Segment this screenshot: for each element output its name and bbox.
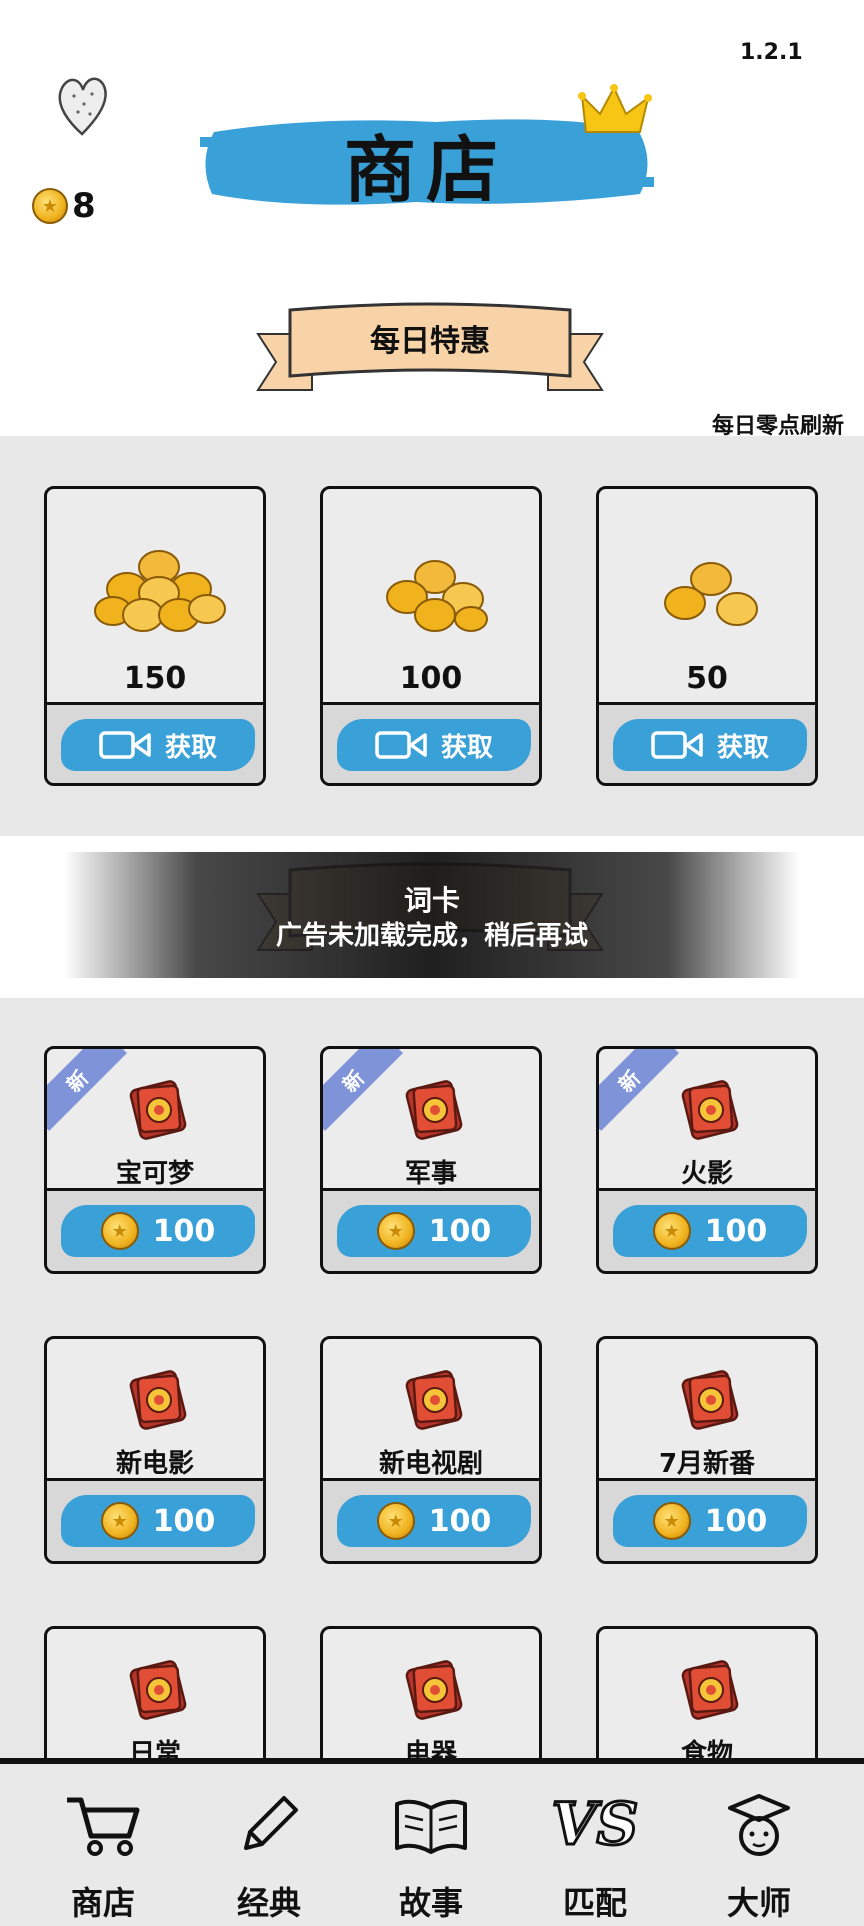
price-area: 100 <box>47 1478 263 1561</box>
deck-name: 宝可梦 <box>115 1159 194 1189</box>
new-badge: 新 <box>599 1049 679 1131</box>
video-camera-icon <box>651 731 703 759</box>
get-button-label: 获取 <box>440 732 493 763</box>
nav-story[interactable]: 故事 <box>366 1786 496 1922</box>
card-pack-icon <box>129 1080 187 1140</box>
buy-button[interactable]: 100 <box>613 1205 807 1257</box>
buy-button[interactable]: 100 <box>337 1205 531 1257</box>
card-pack-icon <box>681 1080 739 1140</box>
new-badge: 新 <box>323 1049 403 1131</box>
nav-shop[interactable]: 商店 <box>38 1786 168 1922</box>
book-icon <box>395 1799 467 1854</box>
nav-classic[interactable]: 经典 <box>204 1786 334 1922</box>
new-badge: 新 <box>47 1049 127 1131</box>
coin-icon <box>100 1502 139 1540</box>
price-area: 100 <box>323 1478 539 1561</box>
daily-deal-card[interactable]: 50 获取 <box>596 486 818 786</box>
buy-button[interactable]: 100 <box>61 1205 255 1257</box>
price-label: 100 <box>428 1503 492 1539</box>
watch-ad-button[interactable]: 获取 <box>61 719 255 771</box>
price-label: 100 <box>704 1213 768 1249</box>
vs-icon: VS <box>550 1789 640 1860</box>
nav-label: 商店 <box>70 1884 135 1922</box>
deck-name: 军事 <box>404 1159 457 1189</box>
nav-label: 经典 <box>236 1884 301 1922</box>
toast-text: 广告未加载完成，稍后再试 <box>275 920 588 951</box>
deck-name: 新电视剧 <box>378 1449 483 1479</box>
price-label: 100 <box>704 1503 768 1539</box>
card-pack-icon <box>405 1660 463 1720</box>
crown-icon <box>578 84 652 133</box>
version-label: 1.2.1 <box>740 40 803 65</box>
daily-section-title: 每日特惠 <box>370 324 490 359</box>
word-card[interactable]: 新 宝可梦 100 <box>44 1046 266 1274</box>
coin-balance: 8 <box>32 186 96 226</box>
coin-icon <box>32 188 68 224</box>
word-card[interactable]: 新电影 100 <box>44 1336 266 1564</box>
coin-icon <box>376 1212 415 1250</box>
deal-amount: 50 <box>686 661 728 696</box>
deal-amount: 100 <box>399 661 463 696</box>
price-area: 100 <box>323 1188 539 1271</box>
deal-action-area: 获取 <box>323 702 539 783</box>
coin-count: 8 <box>72 186 96 226</box>
toast-message: 词卡 广告未加载完成，稍后再试 <box>64 852 800 978</box>
word-card[interactable]: 7月新番 100 <box>596 1336 818 1564</box>
video-camera-icon <box>375 731 427 759</box>
deal-action-area: 获取 <box>599 702 815 783</box>
card-pack-icon <box>681 1660 739 1720</box>
cart-icon <box>67 1797 140 1856</box>
card-pack-icon <box>681 1370 739 1430</box>
coin-icon <box>100 1212 139 1250</box>
coin-pile-icon <box>386 560 488 632</box>
buy-button[interactable]: 100 <box>337 1495 531 1547</box>
word-card[interactable]: 新 火影 100 <box>596 1046 818 1274</box>
watch-ad-button[interactable]: 获取 <box>337 719 531 771</box>
nav-master[interactable]: 大师 <box>694 1786 824 1922</box>
heart-doodle-icon <box>58 77 107 136</box>
price-label: 100 <box>428 1213 492 1249</box>
word-card[interactable]: 新 军事 100 <box>320 1046 542 1274</box>
deck-name: 7月新番 <box>658 1449 756 1479</box>
buy-button[interactable]: 100 <box>613 1495 807 1547</box>
daily-deal-card[interactable]: 100 获取 <box>320 486 542 786</box>
price-label: 100 <box>152 1503 216 1539</box>
nav-match[interactable]: VS 匹配 <box>530 1786 660 1923</box>
deal-action-area: 获取 <box>47 702 263 783</box>
coin-pile-icon <box>664 562 758 626</box>
watch-ad-button[interactable]: 获取 <box>613 719 807 771</box>
deal-amount: 150 <box>123 661 187 696</box>
deck-name: 新电影 <box>115 1449 194 1479</box>
get-button-label: 获取 <box>716 732 769 763</box>
coin-pile-icon <box>94 550 226 632</box>
deck-name: 火影 <box>680 1159 733 1189</box>
get-button-label: 获取 <box>164 732 217 763</box>
daily-deal-card[interactable]: 150 获取 <box>44 486 266 786</box>
card-section-title: 词卡 <box>403 883 460 917</box>
price-area: 100 <box>599 1188 815 1271</box>
card-pack-icon <box>129 1660 187 1720</box>
card-pack-icon <box>129 1370 187 1430</box>
price-area: 100 <box>47 1188 263 1271</box>
coin-icon <box>652 1212 691 1250</box>
nav-label: 故事 <box>398 1884 463 1922</box>
word-card[interactable]: 新电视剧 100 <box>320 1336 542 1564</box>
nav-label: 大师 <box>726 1884 791 1922</box>
nav-label: 匹配 <box>562 1884 627 1922</box>
video-camera-icon <box>99 731 151 759</box>
graduate-icon <box>728 1794 790 1856</box>
pencil-icon <box>244 1796 298 1850</box>
buy-button[interactable]: 100 <box>61 1495 255 1547</box>
bottom-nav: 商店 经典 故事 VS 匹配 大师 <box>0 1758 864 1926</box>
card-pack-icon <box>405 1080 463 1140</box>
card-pack-icon <box>405 1370 463 1430</box>
coin-icon <box>376 1502 415 1540</box>
price-label: 100 <box>152 1213 216 1249</box>
price-area: 100 <box>599 1478 815 1561</box>
coin-icon <box>652 1502 691 1540</box>
